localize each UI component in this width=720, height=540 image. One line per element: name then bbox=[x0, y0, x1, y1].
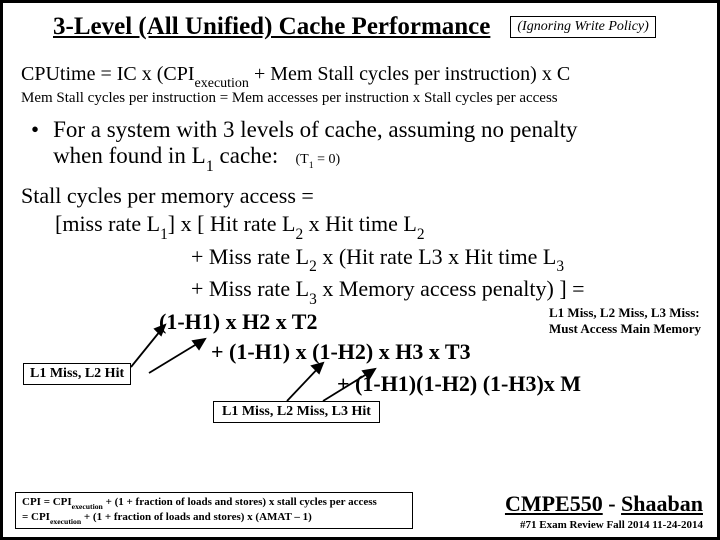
stall-line2: [miss rate L1] x [ Hit rate L2 x Hit tim… bbox=[21, 210, 699, 242]
equation-block: CPUtime = IC x (CPIexecution + Mem Stall… bbox=[3, 45, 717, 107]
footer: CMPE550 - Shaaban #71 Exam Review Fall 2… bbox=[505, 491, 703, 531]
cputime-equation: CPUtime = IC x (CPIexecution + Mem Stall… bbox=[21, 63, 699, 90]
author: Shaaban bbox=[621, 491, 703, 516]
bullet-dot: • bbox=[31, 117, 39, 174]
t1-note: (T1 = 0) bbox=[296, 152, 341, 167]
stall-line4: + Miss rate L3 x Memory access penalty) … bbox=[21, 275, 699, 307]
txt: CPI = CPI bbox=[22, 496, 72, 508]
eq-part: + Mem Stall cycles per instruction) x C bbox=[249, 63, 570, 85]
txt: x (Hit rate L3 x Hit time L bbox=[317, 244, 557, 269]
stall-line1: Stall cycles per memory access = bbox=[21, 182, 699, 211]
arrow-icon bbox=[143, 333, 215, 377]
txt: + (1 + fraction of loads and stores) x (… bbox=[81, 511, 312, 523]
s: 3 bbox=[556, 258, 564, 275]
exam-line: #71 Exam Review Fall 2014 11-24-2014 bbox=[505, 519, 703, 531]
s: execution bbox=[50, 517, 81, 526]
arrow-icon bbox=[317, 363, 385, 405]
h-formula-block: (1-H1) x H2 x T2 + (1-H1) x (1-H2) x H3 … bbox=[3, 309, 717, 419]
slide-title: 3-Level (All Unified) Cache Performance bbox=[53, 13, 490, 41]
cpi-box: CPI = CPIexecution + (1 + fraction of lo… bbox=[15, 492, 413, 529]
txt: cache: bbox=[214, 143, 278, 168]
txt: [miss rate L bbox=[55, 211, 160, 236]
txt: L1 Miss, L2 Miss, L3 Miss: bbox=[549, 305, 701, 321]
stall-formula: Stall cycles per memory access = [miss r… bbox=[3, 174, 717, 308]
txt: (T bbox=[296, 152, 309, 167]
txt: x Memory access penalty) ] = bbox=[317, 276, 585, 301]
ignore-policy-note: (Ignoring Write Policy) bbox=[510, 16, 655, 38]
bullet-line1: For a system with 3 levels of cache, ass… bbox=[53, 117, 577, 143]
txt: = 0) bbox=[314, 152, 341, 167]
course-code: CMPE550 bbox=[505, 491, 603, 516]
eq-sub: execution bbox=[195, 76, 249, 91]
txt: ] x [ Hit rate L bbox=[168, 211, 296, 236]
hformula-line2: + (1-H1) x (1-H2) x H3 x T3 bbox=[211, 339, 471, 365]
sep: - bbox=[603, 491, 621, 516]
txt: = CPI bbox=[22, 511, 50, 523]
bullet-system: • For a system with 3 levels of cache, a… bbox=[3, 107, 717, 174]
txt: when found in L bbox=[53, 143, 206, 168]
s: 2 bbox=[309, 258, 317, 275]
txt: + (1 + fraction of loads and stores) x s… bbox=[103, 496, 377, 508]
s: execution bbox=[72, 502, 103, 511]
sub: 1 bbox=[309, 160, 314, 171]
stall-line3: + Miss rate L2 x (Hit rate L3 x Hit time… bbox=[21, 243, 699, 275]
s: 1 bbox=[160, 226, 168, 243]
hformula-line1: (1-H1) x H2 x T2 bbox=[159, 309, 317, 335]
cpi-line2: = CPIexecution + (1 + fraction of loads … bbox=[22, 511, 406, 525]
txt: + Miss rate L bbox=[191, 276, 309, 301]
l1miss-l2hit-box: L1 Miss, L2 Hit bbox=[23, 363, 131, 385]
txt: + Miss rate L bbox=[191, 244, 309, 269]
memstall-equation: Mem Stall cycles per instruction = Mem a… bbox=[21, 90, 699, 107]
txt: Must Access Main Memory bbox=[549, 321, 701, 337]
cpi-line1: CPI = CPIexecution + (1 + fraction of lo… bbox=[22, 496, 406, 510]
bullet-line2: when found in L1 cache: (T1 = 0) bbox=[53, 143, 577, 174]
s: 3 bbox=[309, 291, 317, 308]
l3miss-note: L1 Miss, L2 Miss, L3 Miss: Must Access M… bbox=[549, 305, 701, 336]
s: 2 bbox=[295, 226, 303, 243]
eq-part: CPUtime = IC x (CPI bbox=[21, 63, 195, 85]
course-label: CMPE550 - Shaaban bbox=[505, 491, 703, 517]
sub1: 1 bbox=[206, 158, 214, 175]
s: 2 bbox=[417, 226, 425, 243]
txt: x Hit time L bbox=[303, 211, 417, 236]
